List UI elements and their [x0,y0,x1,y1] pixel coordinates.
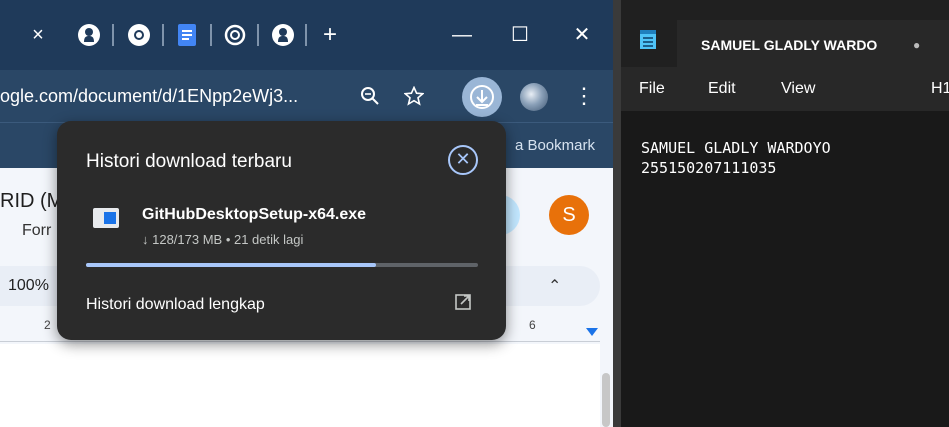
notepad-tab-title: SAMUEL GLADLY WARDO [701,37,878,53]
download-progress-bar [86,263,478,267]
notepad-tab-bar: SAMUEL GLADLY WARDO ● [621,0,949,67]
tab-separator [305,24,307,46]
doc-title[interactable]: RID (M [0,190,63,213]
window-divider [613,0,621,427]
ruler-mark: 6 [529,318,536,332]
github-icon[interactable] [76,22,102,48]
tab-separator [257,24,259,46]
download-button[interactable] [462,77,502,117]
download-file-name[interactable]: GitHubDesktopSetup-x64.exe [142,205,366,225]
download-progress-fill [86,263,377,267]
menu-file[interactable]: File [639,79,665,99]
notepad-menu-bar: File Edit View H1 [621,67,949,111]
notepad-app-icon [640,30,656,49]
popup-title: Histori download terbaru [86,151,292,172]
profile-avatar[interactable] [520,83,548,111]
zoom-icon[interactable] [354,80,386,112]
tab-separator [210,24,212,46]
bookmark-label[interactable]: a Bookmark [515,137,595,155]
download-history-popup: Histori download terbaru ✕ GitHubDesktop… [57,121,506,340]
bookmark-star-icon[interactable] [398,80,430,112]
tab-strip: × + — ☐ ✕ [0,0,613,70]
document-page[interactable] [0,344,600,427]
tab-separator [162,24,164,46]
collapse-toolbar-icon[interactable]: ⌃ [548,276,561,296]
doc-menu-format[interactable]: Forr [22,222,51,240]
chrome-icon[interactable] [126,22,152,48]
ruler-mark: 2 [44,318,51,332]
address-toolbar: ogle.com/document/d/1ENpp2eWj3... ⋮ [0,70,613,122]
minimize-button[interactable]: — [442,20,482,50]
installer-file-icon [93,208,119,228]
scrollbar-thumb[interactable] [602,373,610,427]
download-status: ↓ 128/173 MB • 21 detik lagi [142,232,304,247]
open-external-icon[interactable] [453,293,473,313]
chatgpt-icon[interactable] [222,22,248,48]
menu-heading[interactable]: H1 [931,79,949,99]
menu-edit[interactable]: Edit [708,79,736,99]
close-icon[interactable]: ✕ [448,145,478,175]
google-docs-icon[interactable] [174,22,200,48]
address-bar[interactable]: ogle.com/document/d/1ENpp2eWj3... [0,82,350,110]
zoom-level[interactable]: 100% [8,277,49,295]
notepad-tab[interactable]: SAMUEL GLADLY WARDO ● [677,20,949,67]
close-window-button[interactable]: ✕ [562,20,602,50]
unsaved-indicator-icon[interactable]: ● [913,37,920,53]
user-avatar[interactable]: S [549,195,589,235]
notepad-window: SAMUEL GLADLY WARDO ● File Edit View H1 … [621,0,949,427]
chrome-window: × + — ☐ ✕ ogle.com/document/d/1ENpp2eWj3… [0,0,613,427]
indent-marker-icon[interactable] [586,328,598,336]
new-tab-button[interactable]: + [318,20,342,50]
download-icon [470,85,494,109]
tab-separator [112,24,114,46]
menu-view[interactable]: View [781,79,815,99]
notepad-text-content[interactable]: SAMUEL GLADLY WARDOYO 255150207111035 [641,138,831,178]
github-icon[interactable] [270,22,296,48]
full-download-history-link[interactable]: Histori download lengkap [86,295,265,315]
more-menu-icon[interactable]: ⋮ [568,80,600,112]
maximize-button[interactable]: ☐ [500,20,540,50]
tab-close-button[interactable]: × [26,20,50,50]
